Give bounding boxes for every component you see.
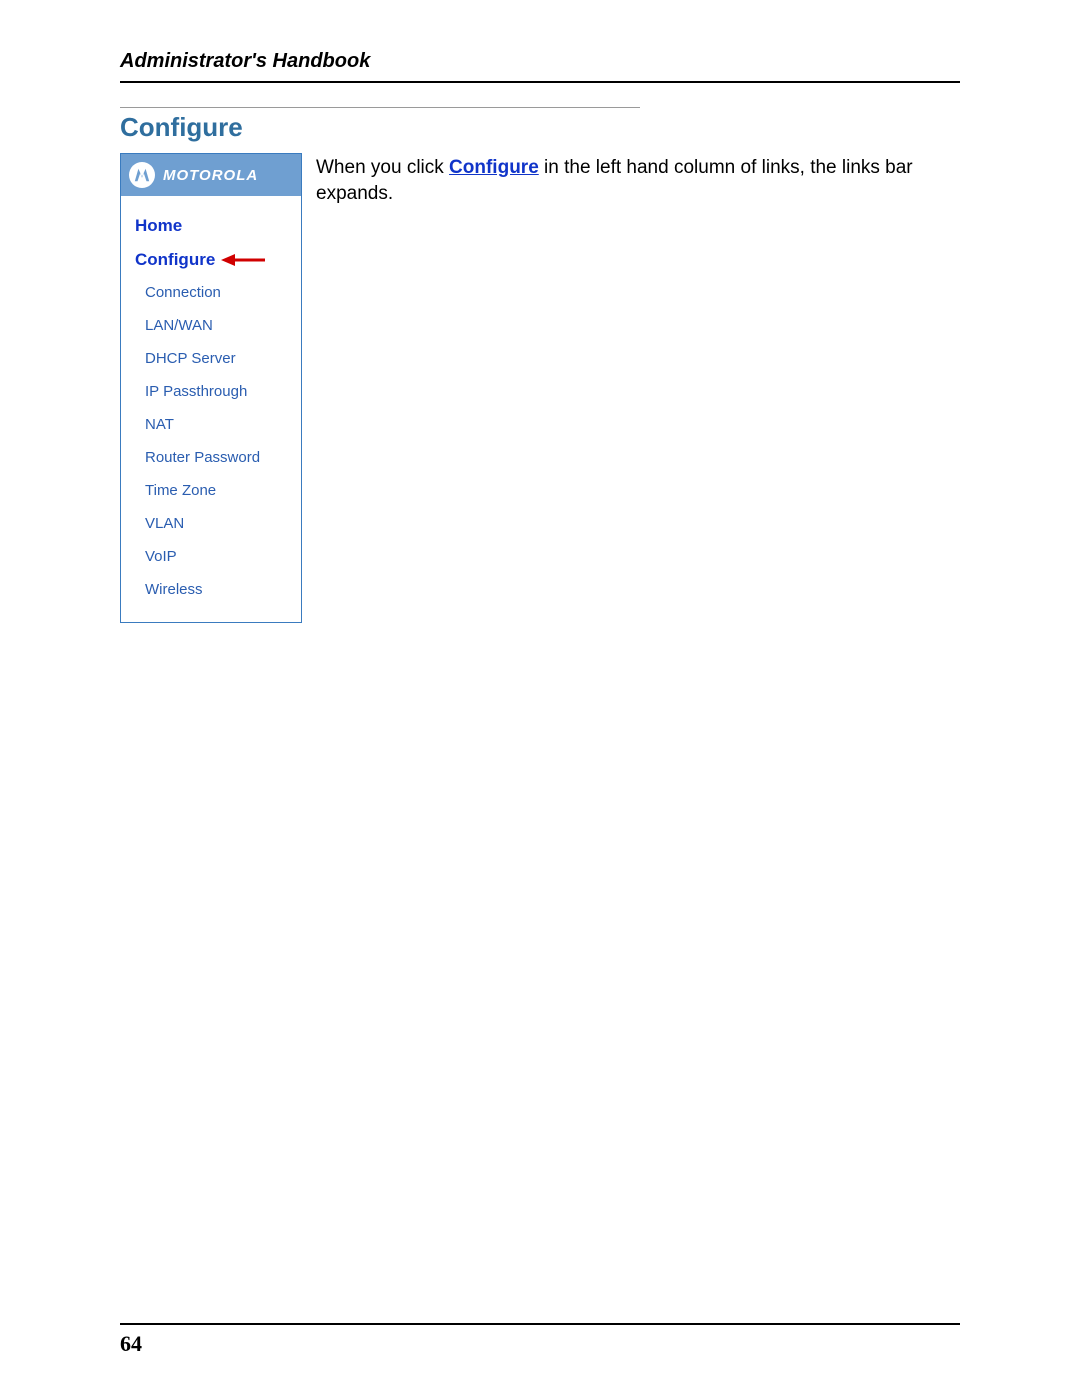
nav-sub-ip-passthrough[interactable]: IP Passthrough <box>145 383 291 400</box>
body-keyword: Configure <box>449 157 539 178</box>
callout-arrow-icon <box>221 253 265 267</box>
nav-sub-router-password[interactable]: Router Password <box>145 449 291 466</box>
motorola-logo-icon <box>129 162 155 188</box>
body-pre: When you click <box>316 157 449 178</box>
nav-configure-label: Configure <box>135 250 215 270</box>
nav-sub-wireless[interactable]: Wireless <box>145 581 291 598</box>
nav-sub-lan-wan[interactable]: LAN/WAN <box>145 317 291 334</box>
footer-rule <box>120 1323 960 1325</box>
nav-home[interactable]: Home <box>135 216 291 236</box>
document-page: Administrator's Handbook Configure MOTOR… <box>0 0 1080 1397</box>
section-title: Configure <box>120 112 960 143</box>
nav-list: Home Configure Connection LAN/WAN DHCP S… <box>121 196 301 598</box>
nav-sub-dhcp-server[interactable]: DHCP Server <box>145 350 291 367</box>
nav-home-label: Home <box>135 216 182 236</box>
nav-sub-voip[interactable]: VoIP <box>145 548 291 565</box>
page-number: 64 <box>120 1331 960 1357</box>
nav-sub-connection[interactable]: Connection <box>145 284 291 301</box>
section-rule <box>120 107 640 108</box>
nav-sub-nat[interactable]: NAT <box>145 416 291 433</box>
brand-bar: MOTOROLA <box>121 154 301 196</box>
router-sidebar-screenshot: MOTOROLA Home Configure Connection <box>120 153 302 623</box>
nav-sub-time-zone[interactable]: Time Zone <box>145 482 291 499</box>
header-rule <box>120 81 960 83</box>
nav-configure[interactable]: Configure <box>135 250 291 270</box>
content-row: MOTOROLA Home Configure Connection <box>120 153 960 623</box>
brand-wordmark: MOTOROLA <box>163 167 258 184</box>
nav-sub-vlan[interactable]: VLAN <box>145 515 291 532</box>
body-paragraph: When you click Configure in the left han… <box>316 153 960 206</box>
page-footer: 64 <box>120 1323 960 1357</box>
running-head: Administrator's Handbook <box>120 50 960 73</box>
